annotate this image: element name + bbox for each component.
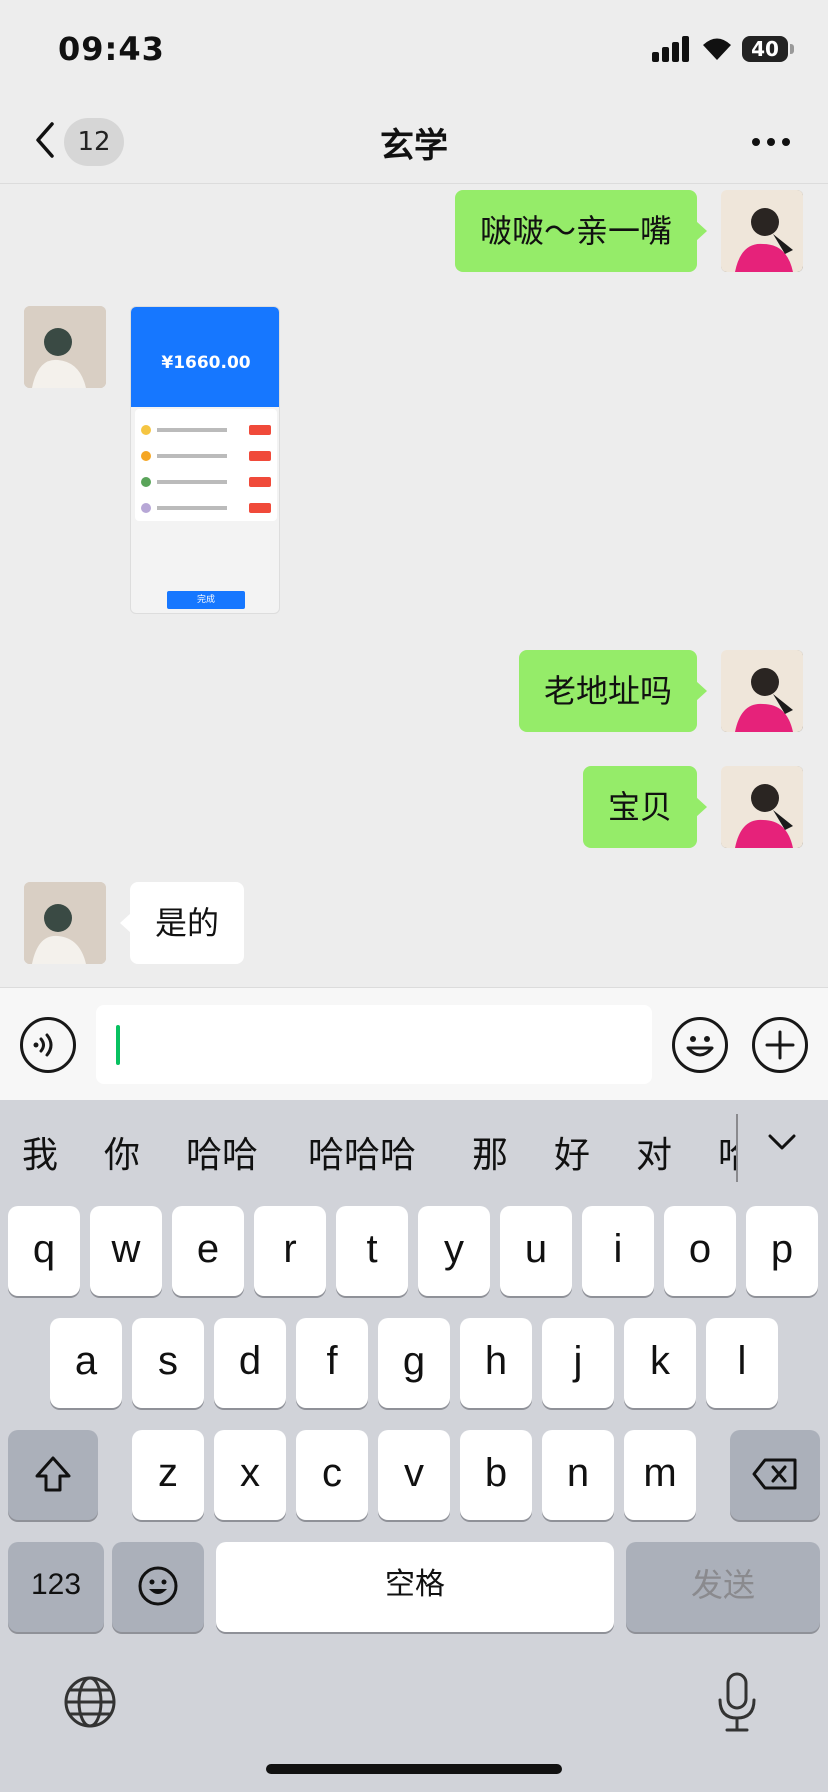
keyboard: 我 你 哈哈 哈哈哈 那 好 对 哈 q w e r t y u i o p a…: [0, 1100, 828, 1792]
my-avatar[interactable]: [721, 766, 803, 848]
key-n[interactable]: n: [542, 1430, 614, 1520]
key-s[interactable]: s: [132, 1318, 204, 1408]
ellipsis-icon[interactable]: [752, 138, 792, 148]
key-a[interactable]: a: [50, 1318, 122, 1408]
text-cursor: [116, 1025, 120, 1065]
emoji-icon: [138, 1566, 178, 1606]
key-b[interactable]: b: [460, 1430, 532, 1520]
contact-avatar[interactable]: [24, 306, 106, 388]
key-k[interactable]: k: [624, 1318, 696, 1408]
candidate-divider: [736, 1114, 738, 1182]
key-h[interactable]: h: [460, 1318, 532, 1408]
battery-icon: 40: [742, 36, 794, 62]
message-bubble-sent[interactable]: 啵啵～亲一嘴: [454, 190, 708, 272]
candidate-word[interactable]: 哈哈: [186, 1126, 258, 1178]
candidate-word[interactable]: 哈: [718, 1126, 736, 1178]
emoji-keyboard-key[interactable]: [112, 1542, 204, 1632]
candidate-word[interactable]: 你: [104, 1126, 140, 1178]
my-avatar[interactable]: [721, 190, 803, 272]
key-p[interactable]: p: [746, 1206, 818, 1296]
status-time: 09:43: [58, 30, 165, 68]
numbers-key[interactable]: 123: [8, 1542, 104, 1632]
backspace-icon: [752, 1458, 797, 1490]
message-bubble-received[interactable]: 是的: [119, 882, 245, 964]
key-v[interactable]: v: [378, 1430, 450, 1520]
key-g[interactable]: g: [378, 1318, 450, 1408]
chat-header: 12 玄学: [0, 100, 828, 184]
wifi-icon: [703, 38, 731, 60]
message-list[interactable]: 啵啵～亲一嘴 ¥1660.00 完成 老地址吗 宝贝 是的: [0, 184, 828, 987]
message-bubble-sent[interactable]: 老地址吗: [518, 650, 708, 732]
candidate-word[interactable]: 我: [22, 1126, 58, 1178]
emoji-icon[interactable]: [672, 1017, 728, 1073]
message-input[interactable]: [96, 1005, 652, 1084]
shared-image-message[interactable]: ¥1660.00 完成: [130, 306, 280, 614]
key-d[interactable]: d: [214, 1318, 286, 1408]
candidate-word[interactable]: 哈哈哈: [308, 1126, 416, 1178]
candidate-bar: 我 你 哈哈 哈哈哈 那 好 对 哈: [0, 1100, 828, 1200]
payment-amount: ¥1660.00: [161, 353, 251, 373]
done-button: 完成: [167, 591, 245, 609]
key-q[interactable]: q: [8, 1206, 80, 1296]
key-f[interactable]: f: [296, 1318, 368, 1408]
voice-icon[interactable]: [20, 1017, 76, 1073]
key-u[interactable]: u: [500, 1206, 572, 1296]
cellular-signal-icon: [652, 36, 692, 62]
key-w[interactable]: w: [90, 1206, 162, 1296]
my-avatar[interactable]: [721, 650, 803, 732]
send-key[interactable]: 发送: [626, 1542, 820, 1632]
microphone-icon[interactable]: [712, 1670, 762, 1734]
key-l[interactable]: l: [706, 1318, 778, 1408]
key-t[interactable]: t: [336, 1206, 408, 1296]
candidate-word[interactable]: 那: [472, 1126, 508, 1178]
space-key[interactable]: 空格: [216, 1542, 614, 1632]
chevron-down-icon[interactable]: [766, 1130, 798, 1154]
status-bar: 09:43 40: [0, 0, 828, 100]
key-z[interactable]: z: [132, 1430, 204, 1520]
globe-icon[interactable]: [62, 1674, 118, 1730]
backspace-key[interactable]: [730, 1430, 820, 1520]
candidate-word[interactable]: 对: [636, 1126, 672, 1178]
key-x[interactable]: x: [214, 1430, 286, 1520]
chat-title: 玄学: [380, 126, 448, 166]
key-r[interactable]: r: [254, 1206, 326, 1296]
key-o[interactable]: o: [664, 1206, 736, 1296]
message-bubble-sent[interactable]: 宝贝: [582, 766, 708, 848]
key-i[interactable]: i: [582, 1206, 654, 1296]
benefits-card: [135, 409, 277, 521]
key-c[interactable]: c: [296, 1430, 368, 1520]
key-j[interactable]: j: [542, 1318, 614, 1408]
shift-key[interactable]: [8, 1430, 98, 1520]
home-indicator: [266, 1764, 562, 1774]
key-e[interactable]: e: [172, 1206, 244, 1296]
candidate-word[interactable]: 好: [554, 1126, 590, 1178]
plus-icon[interactable]: [752, 1017, 808, 1073]
key-m[interactable]: m: [624, 1430, 696, 1520]
input-bar: [0, 987, 828, 1100]
contact-avatar[interactable]: [24, 882, 106, 964]
key-y[interactable]: y: [418, 1206, 490, 1296]
shift-icon: [35, 1456, 71, 1492]
